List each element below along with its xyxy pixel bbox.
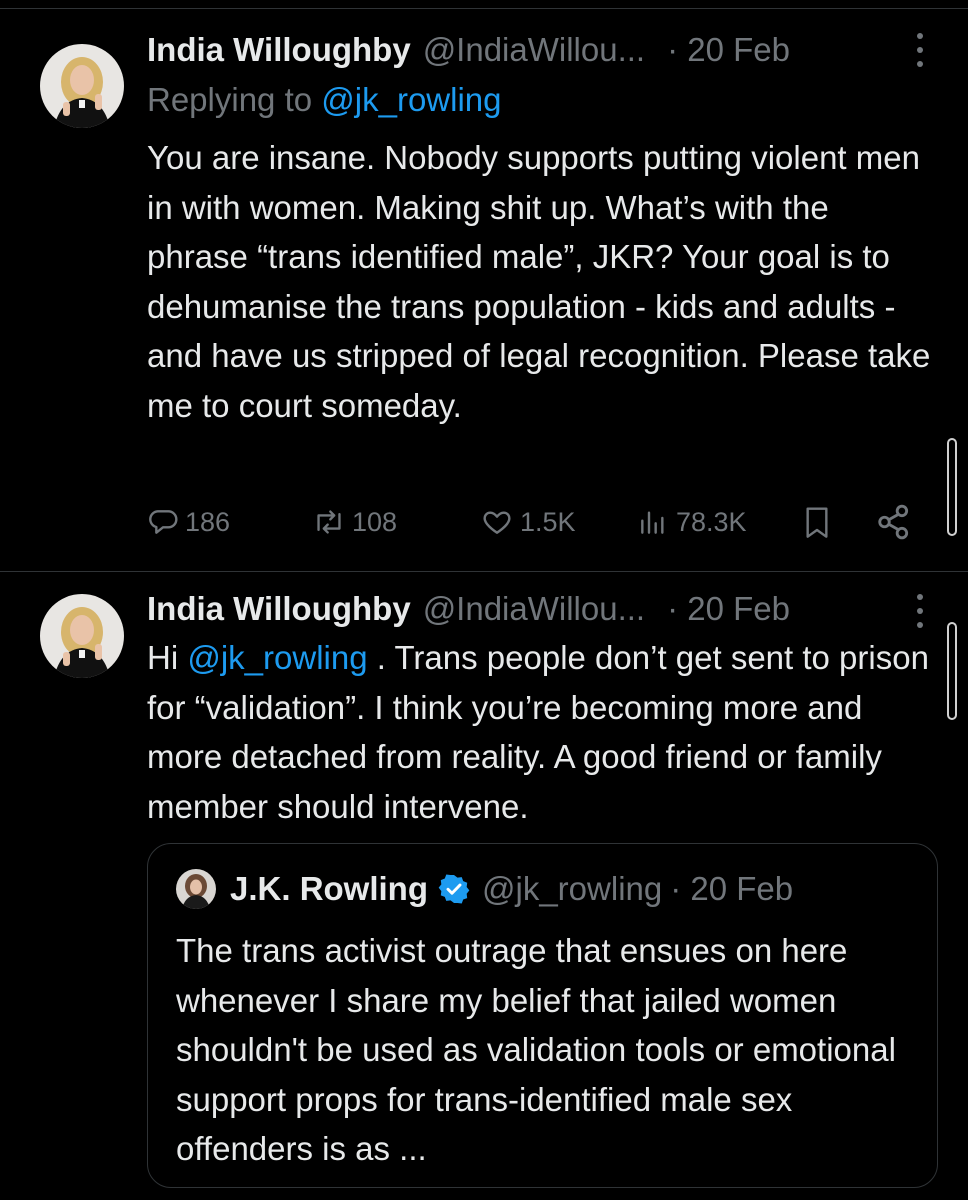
tweet-text: You are insane. Nobody supports putting …: [147, 139, 931, 424]
heart-icon: [483, 511, 511, 534]
scrollbar-thumb[interactable]: [947, 622, 957, 720]
analytics-bars-icon: [641, 511, 664, 534]
user-handle[interactable]: @IndiaWillou...: [423, 31, 645, 69]
share-button[interactable]: [875, 496, 913, 548]
tweet-date[interactable]: · 20 Feb: [667, 31, 790, 69]
bookmark-icon: [806, 507, 828, 538]
mention-link[interactable]: @jk_rowling: [187, 639, 367, 676]
repost-count: 108: [352, 506, 398, 537]
quote-avatar[interactable]: [176, 869, 216, 909]
reply-context: Replying to @jk_rowling: [147, 77, 502, 123]
tweet-date[interactable]: · 20 Feb: [667, 590, 790, 628]
reply-mention-link[interactable]: @jk_rowling: [321, 81, 501, 118]
user-handle[interactable]: @IndiaWillou...: [423, 590, 645, 628]
tweet-divider: [0, 571, 968, 572]
display-name[interactable]: India Willoughby: [147, 31, 411, 69]
views-count: 78.3K: [676, 506, 747, 537]
tweet-header: India Willoughby @IndiaWillou... · 20 Fe…: [147, 586, 790, 632]
repost-button[interactable]: 108: [312, 496, 397, 548]
quote-date[interactable]: · 20 Feb: [670, 870, 793, 908]
quoted-tweet[interactable]: J.K. Rowling @jk_rowling · 20 Feb The tr…: [147, 843, 938, 1188]
avatar[interactable]: [40, 44, 124, 128]
quote-handle[interactable]: @jk_rowling: [482, 870, 662, 908]
scrollbar-thumb[interactable]: [947, 438, 957, 536]
tweet-text: Hi @jk_rowling . Trans people don’t get …: [147, 633, 942, 831]
reply-bubble-icon: [149, 510, 178, 534]
tweet-header: India Willoughby @IndiaWillou... · 20 Fe…: [147, 27, 790, 73]
verified-badge-icon: [438, 874, 470, 904]
avatar[interactable]: [40, 594, 124, 678]
replying-to-label: Replying to: [147, 81, 322, 118]
repost-icon: [317, 510, 341, 534]
tweet-text-prefix: Hi: [147, 639, 188, 676]
reply-button[interactable]: 186: [147, 496, 230, 548]
quote-header: J.K. Rowling @jk_rowling · 20 Feb: [176, 866, 793, 912]
display-name[interactable]: India Willoughby: [147, 590, 411, 628]
share-icon: [878, 504, 909, 540]
more-vertical-icon[interactable]: [912, 594, 928, 628]
tweet-actions: 186 108 1.5K 78.3K: [147, 496, 927, 548]
more-vertical-icon[interactable]: [912, 33, 928, 67]
bookmark-button[interactable]: [801, 496, 833, 548]
quote-display-name[interactable]: J.K. Rowling: [230, 870, 428, 908]
like-button[interactable]: 1.5K: [480, 496, 576, 548]
top-divider: [0, 8, 968, 9]
quote-text: The trans activist outrage that ensues o…: [176, 932, 896, 1167]
reply-count: 186: [185, 506, 231, 537]
views-button[interactable]: 78.3K: [636, 496, 747, 548]
like-count: 1.5K: [520, 506, 576, 537]
